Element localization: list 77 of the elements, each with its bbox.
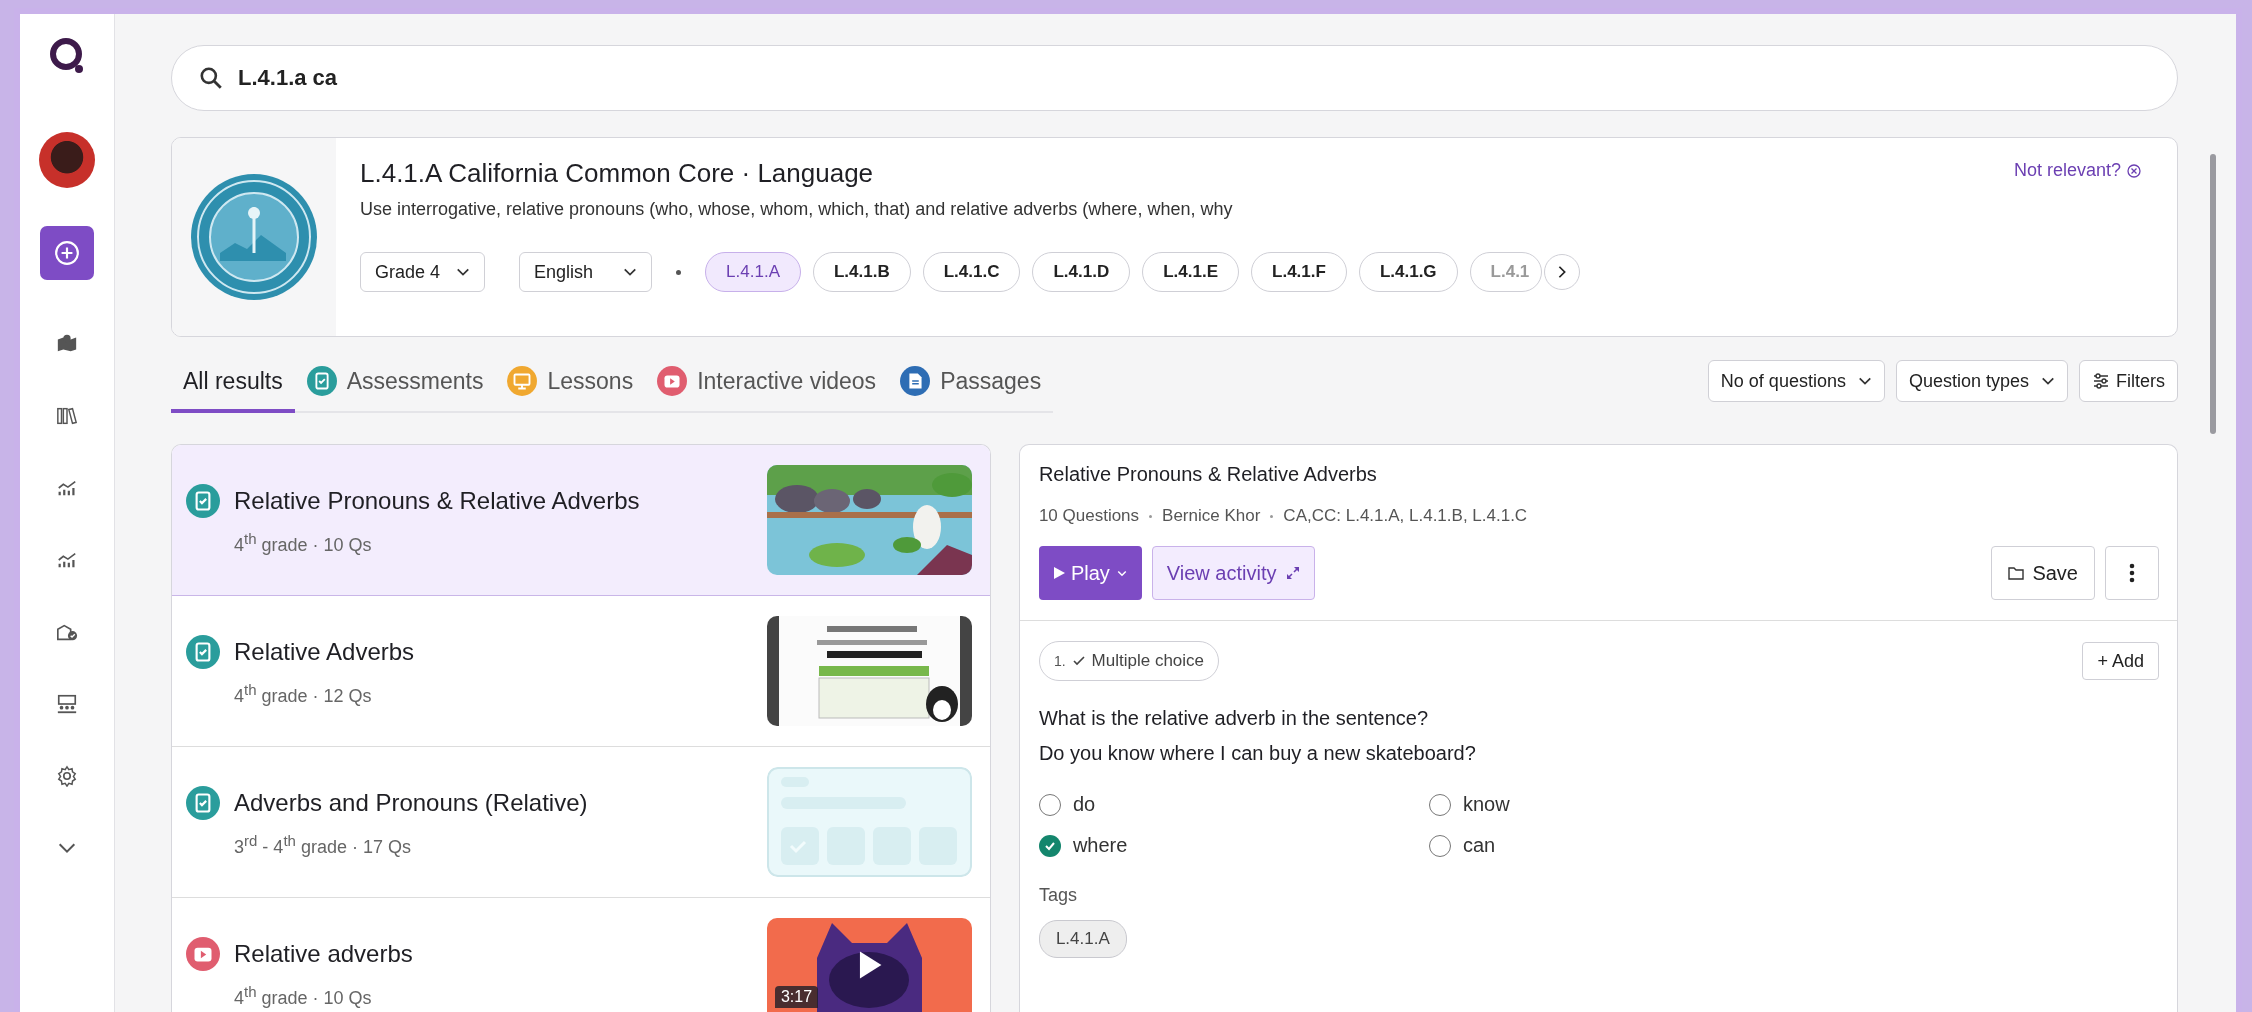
- clipboard-icon: [186, 635, 220, 669]
- standard-chip[interactable]: L.4.1.D: [1032, 252, 1131, 292]
- tab[interactable]: Passages: [888, 356, 1054, 413]
- search-icon: [198, 65, 224, 91]
- result-title: Relative Adverbs: [234, 638, 415, 666]
- presentation-icon: [507, 366, 538, 396]
- preview-meta: Bernice Khor: [1162, 506, 1261, 526]
- result-item[interactable]: Relative Adverbs 4$^{th}$ grade · 12 Qs: [172, 596, 990, 747]
- clipboard-icon: [186, 484, 220, 518]
- tab[interactable]: Assessments: [294, 356, 496, 413]
- check-icon: [1071, 654, 1086, 668]
- seal-icon: [190, 173, 318, 301]
- standard-chip[interactable]: L.4.1.F: [1251, 252, 1347, 292]
- language-dropdown[interactable]: English: [519, 252, 653, 292]
- avatar[interactable]: [39, 132, 95, 188]
- preview-title: Relative Pronouns & Relative Adverbs: [1038, 463, 1378, 486]
- scrollbar[interactable]: [2210, 154, 2216, 434]
- view-activity-button[interactable]: View activity: [1151, 546, 1316, 600]
- result-meta: 3$^{rd}$ - 4$^{th}$ grade · 17 Qs: [234, 832, 412, 858]
- not-relevant-link[interactable]: Not relevant?: [2013, 160, 2141, 181]
- logo-icon: [49, 36, 85, 76]
- separator-dot: [676, 269, 682, 275]
- grade-dropdown[interactable]: Grade 4: [360, 252, 486, 292]
- close-icon: [2127, 163, 2141, 178]
- standard-description: Use interrogative, relative pronouns (who, whose, whom, which, that) and relative adverbs (where, when, why: [360, 199, 1233, 220]
- result-title: Relative adverbs: [234, 940, 413, 968]
- play-button[interactable]: Play: [1038, 546, 1142, 600]
- preview-meta: CA,CC: L.4.1.A, L.4.1.B, L.4.1.C: [1283, 506, 1528, 526]
- standard-chip[interactable]: L.4.1.G: [1358, 252, 1458, 292]
- separator-dot: [1270, 514, 1274, 518]
- books-icon[interactable]: [56, 405, 78, 427]
- standard-title: L.4.1.A California Common Core · Language: [360, 158, 874, 189]
- settings-icon[interactable]: [56, 765, 78, 787]
- tags-label: Tags: [1038, 885, 1078, 906]
- result-item[interactable]: Relative adverbs 4$^{th}$ grade · 10 Qs 3:17: [172, 898, 990, 1012]
- result-meta: 4$^{th}$ grade · 12 Qs: [234, 681, 373, 707]
- standard-chip[interactable]: L.4.1.C: [922, 252, 1021, 292]
- standard-chip[interactable]: L.4.1.B: [812, 252, 911, 292]
- result-title: Relative Pronouns & Relative Adverbs: [234, 487, 640, 515]
- document-icon: [900, 366, 931, 396]
- plus-icon: [54, 240, 80, 266]
- result-meta: 4$^{th}$ grade · 10 Qs: [234, 983, 373, 1009]
- tab[interactable]: All results: [171, 356, 295, 413]
- standard-chip[interactable]: L.4.1.E: [1142, 252, 1240, 292]
- option-label: know: [1462, 793, 1510, 816]
- result-item[interactable]: Adverbs and Pronouns (Relative) 3$^{rd}$ - 4$^{th}$ grade · 17 Qs: [172, 747, 990, 898]
- expand-icon: [1286, 566, 1301, 580]
- classroom-icon[interactable]: [56, 693, 78, 715]
- tab[interactable]: Lessons: [495, 356, 646, 413]
- sliders-icon: [2092, 372, 2110, 390]
- separator-dot: [1149, 514, 1153, 518]
- filter-dropdown[interactable]: Question types: [1895, 360, 2068, 402]
- search-field[interactable]: L.4.1.a ca: [171, 45, 2178, 111]
- save-button[interactable]: Save: [1991, 546, 2095, 600]
- question-text: What is the relative adverb in the sentence? Do you know where I can buy a new skateboard?: [1038, 706, 1477, 766]
- clipboard-icon: [186, 786, 220, 820]
- filters-button[interactable]: Filters: [2079, 360, 2178, 402]
- result-meta: 4$^{th}$ grade · 10 Qs: [234, 530, 373, 556]
- filter-dropdown[interactable]: No of questions: [1707, 360, 1885, 402]
- video-duration: 3:17: [774, 986, 819, 1008]
- video-icon: [186, 937, 220, 971]
- result-title: Adverbs and Pronouns (Relative): [234, 789, 588, 817]
- video-icon: [657, 366, 688, 396]
- add-button[interactable]: + Add: [2082, 642, 2159, 680]
- tab[interactable]: Interactive videos: [645, 356, 889, 413]
- clipboard-icon: [306, 366, 337, 396]
- create-button[interactable]: [40, 226, 94, 280]
- play-icon: [1052, 567, 1065, 579]
- more-icon: [2129, 563, 2135, 583]
- folder-icon: [2008, 565, 2025, 581]
- option-label: do: [1072, 793, 1096, 816]
- option-label: where: [1072, 834, 1128, 857]
- standard-chip[interactable]: L.4.1.A: [705, 252, 801, 292]
- option-label: can: [1462, 834, 1496, 857]
- result-item[interactable]: Relative Pronouns & Relative Adverbs 4$^{th}$ grade · 10 Qs: [172, 445, 990, 596]
- tag: L.4.1.A: [1038, 920, 1127, 958]
- preview-meta: 10 Questions: [1038, 506, 1140, 526]
